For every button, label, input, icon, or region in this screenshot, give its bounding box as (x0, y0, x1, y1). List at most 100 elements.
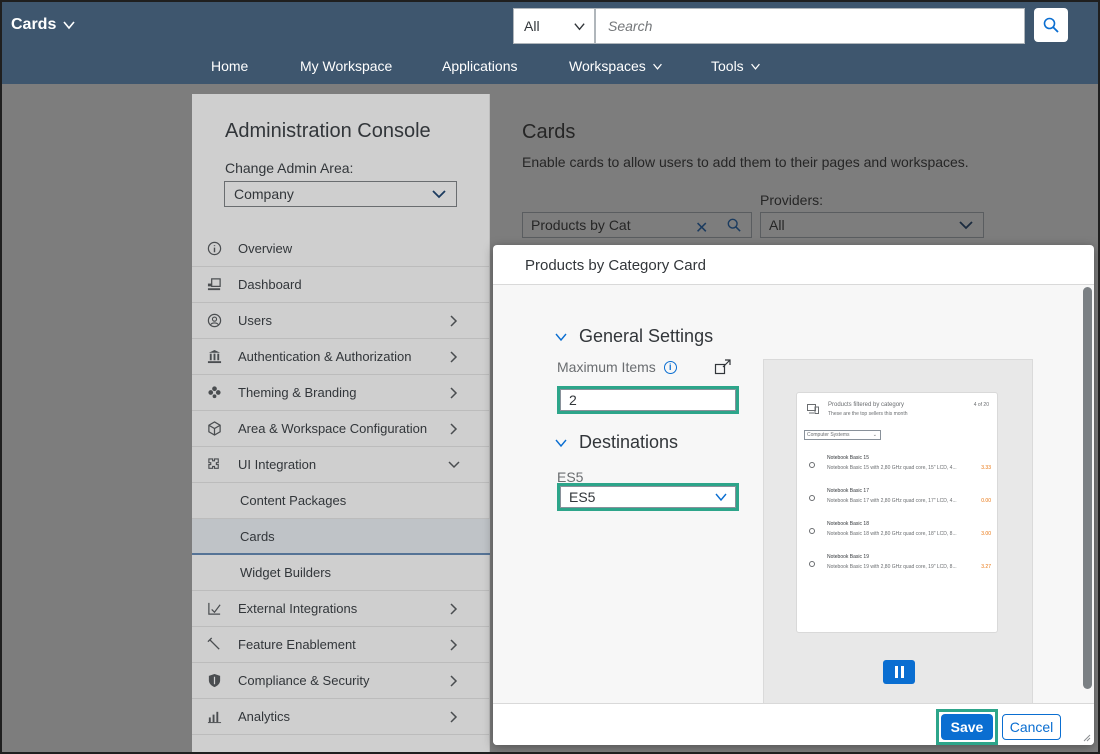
menu-item-label: Content Packages (240, 493, 347, 508)
pause-button[interactable] (883, 660, 915, 684)
search-scope-select[interactable]: All (513, 8, 595, 44)
list-item: Notebook Basic 15 Notebook Basic 15 with… (805, 453, 993, 477)
external-link-icon[interactable] (714, 358, 732, 376)
info-icon[interactable]: i (663, 360, 677, 374)
providers-label: Providers: (760, 192, 824, 208)
chevron-down-icon (959, 221, 973, 230)
chevron-down-icon: ⌄ (872, 432, 877, 438)
nav-workspaces[interactable]: Workspaces (569, 58, 663, 74)
dialog-header: Products by Category Card (493, 245, 1094, 285)
product-icon (809, 561, 815, 567)
puzzle-icon (206, 457, 222, 473)
menu-item-ui-integration[interactable]: UI Integration (192, 447, 490, 483)
es5-select[interactable]: ES5 (560, 486, 736, 508)
chevron-down-icon (652, 63, 662, 70)
list-item-title: Notebook Basic 17 (827, 488, 869, 494)
section-title: General Settings (579, 326, 714, 346)
providers-value: All (769, 217, 785, 233)
menu-item-label: External Integrations (238, 601, 358, 616)
chevron-right-icon (450, 315, 458, 327)
admin-area-select[interactable]: Company (224, 181, 457, 207)
menu-item-widget-builders[interactable]: Widget Builders (192, 555, 490, 591)
chevron-right-icon (450, 603, 458, 615)
menu-item-label: Theming & Branding (238, 385, 357, 400)
card-filter-input[interactable]: Products by Cat (522, 212, 752, 238)
list-item-value: 3.33 (981, 465, 991, 471)
preview-card-subtitle: These are the top sellers this month (828, 411, 908, 417)
nav-home[interactable]: Home (211, 58, 248, 74)
nav-tools[interactable]: Tools (711, 58, 761, 74)
product-icon (809, 462, 815, 468)
search-button[interactable] (1034, 8, 1068, 42)
product-icon (809, 528, 815, 534)
nav-my-workspace[interactable]: My Workspace (300, 58, 392, 74)
resize-handle-icon[interactable] (1083, 734, 1091, 742)
list-item-desc: Notebook Basic 15 with 2,80 GHz quad cor… (827, 465, 957, 471)
page-description: Enable cards to allow users to add them … (522, 154, 969, 170)
menu-item-feature-enablement[interactable]: Feature Enablement (192, 627, 490, 663)
app-title: Cards (11, 16, 57, 33)
es5-value: ES5 (569, 489, 596, 505)
chevron-down-icon (555, 333, 567, 341)
menu-item-cards[interactable]: Cards (192, 519, 490, 555)
search-input[interactable]: Search (595, 8, 1025, 44)
dialog-scrollbar[interactable] (1083, 287, 1092, 689)
list-item: Notebook Basic 19 Notebook Basic 19 with… (805, 552, 993, 576)
menu-item-content-packages[interactable]: Content Packages (192, 483, 490, 519)
menu-item-label: Feature Enablement (238, 637, 356, 652)
menu-item-compliance-security[interactable]: Compliance & Security (192, 663, 490, 699)
admin-console-title: Administration Console (225, 120, 431, 142)
user-icon (206, 313, 222, 329)
admin-menu: Overview Dashboard Users Authentication … (192, 231, 490, 735)
main-nav: Home My Workspace Applications Workspace… (2, 58, 1098, 78)
menu-item-overview[interactable]: Overview (192, 231, 490, 267)
menu-item-label: Area & Workspace Configuration (238, 421, 428, 436)
preview-category-select: Computer Systems ⌄ (804, 430, 881, 440)
list-item-value: 3.27 (981, 564, 991, 570)
chevron-right-icon (450, 423, 458, 435)
chevron-down-icon (715, 493, 727, 502)
nav-applications-label: Applications (442, 58, 518, 74)
nav-applications[interactable]: Applications (442, 58, 518, 74)
menu-item-external-integrations[interactable]: External Integrations (192, 591, 490, 627)
search-icon[interactable] (727, 218, 741, 232)
menu-item-theming[interactable]: Theming & Branding (192, 375, 490, 411)
list-item-value: 0.00 (981, 498, 991, 504)
providers-select[interactable]: All (760, 212, 984, 238)
menu-item-label: UI Integration (238, 457, 317, 472)
card-preview: Products filtered by category These are … (763, 359, 1033, 709)
menu-item-dashboard[interactable]: Dashboard (192, 267, 490, 303)
menu-item-label: Authentication & Authorization (238, 349, 412, 364)
list-item-desc: Notebook Basic 17 with 2,80 GHz quad cor… (827, 498, 957, 504)
save-button[interactable]: Save (941, 714, 993, 740)
menu-item-analytics[interactable]: Analytics (192, 699, 490, 735)
admin-side-panel: Administration Console Change Admin Area… (192, 94, 490, 754)
clear-icon[interactable]: ✕ (695, 218, 708, 238)
menu-item-label: Cards (240, 528, 275, 544)
dialog-title: Products by Category Card (525, 257, 706, 274)
list-item-title: Notebook Basic 18 (827, 521, 869, 527)
menu-item-users[interactable]: Users (192, 303, 490, 339)
menu-item-label: Compliance & Security (238, 673, 370, 688)
product-icon (809, 495, 815, 501)
menu-item-authentication[interactable]: Authentication & Authorization (192, 339, 490, 375)
max-items-input[interactable]: 2 (560, 389, 736, 411)
list-item-value: 3.00 (981, 531, 991, 537)
destinations-section[interactable]: Destinations (555, 432, 678, 453)
card-settings-dialog: Products by Category Card General Settin… (493, 245, 1094, 745)
max-items-label-text: Maximum Items (557, 359, 656, 375)
preview-category-value: Computer Systems (807, 432, 850, 438)
max-items-label: Maximum Items i (557, 359, 677, 375)
menu-item-area-workspace-config[interactable]: Area & Workspace Configuration (192, 411, 490, 447)
preview-card-title: Products filtered by category (828, 402, 905, 408)
pause-icon (894, 666, 898, 678)
list-item: Notebook Basic 18 Notebook Basic 18 with… (805, 519, 993, 543)
palette-icon (206, 385, 222, 401)
dialog-footer: Save Cancel (493, 703, 1094, 745)
cancel-button[interactable]: Cancel (1002, 714, 1061, 740)
general-settings-section[interactable]: General Settings (555, 326, 713, 347)
bar-chart-icon (206, 709, 222, 725)
app-title-menu[interactable]: Cards (11, 16, 76, 34)
shell-header: Cards All Search Home My Workspace Appli… (2, 2, 1098, 84)
chevron-down-icon (448, 461, 460, 469)
